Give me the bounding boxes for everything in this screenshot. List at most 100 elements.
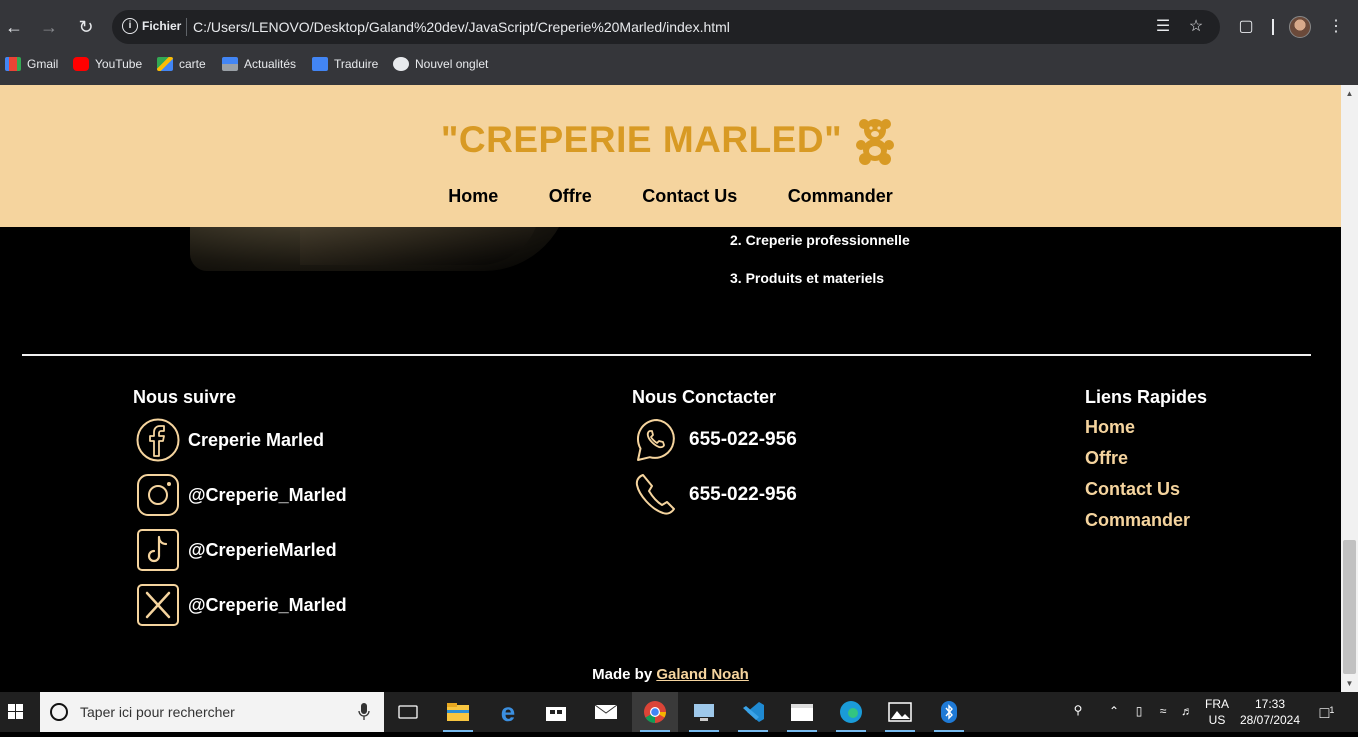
battery-icon[interactable]: ▯ <box>1129 703 1149 719</box>
profile-avatar[interactable] <box>1289 16 1311 38</box>
main-navigation: Home Offre Contact Us Commander <box>0 186 1341 207</box>
social-label: @Creperie_Marled <box>188 484 347 505</box>
bookmark-youtube[interactable]: YouTube <box>73 54 142 74</box>
footer-divider <box>22 354 1311 356</box>
facebook-icon <box>136 418 180 462</box>
bookmark-nouvel-onglet[interactable]: Nouvel onglet <box>393 54 488 74</box>
bookmark-gmail[interactable]: Gmail <box>5 54 58 74</box>
file-explorer-icon[interactable] <box>435 692 481 732</box>
task-view-icon[interactable] <box>385 692 431 732</box>
credits-author-link[interactable]: Galand Noah <box>656 666 749 683</box>
footer-link-offre[interactable]: Offre <box>1085 448 1128 469</box>
bookmark-star-icon[interactable]: ☆ <box>1185 16 1207 38</box>
social-x[interactable]: @Creperie_Marled <box>136 583 347 627</box>
social-label: Creperie Marled <box>188 429 325 450</box>
search-placeholder: Taper ici pour rechercher <box>80 704 235 720</box>
bookmark-carte[interactable]: carte <box>157 54 206 74</box>
translate-icon <box>312 57 328 71</box>
news-icon <box>222 57 238 71</box>
back-button[interactable]: ← <box>1 14 27 40</box>
reload-button[interactable]: ↻ <box>73 14 99 40</box>
notifications-icon[interactable]: □1 <box>1314 702 1340 722</box>
edge-icon[interactable] <box>828 692 874 732</box>
video-editor-icon[interactable] <box>779 692 825 732</box>
site-info-icon[interactable]: i <box>122 18 138 34</box>
toolbar-separator <box>1272 19 1274 35</box>
site-brand: "CREPERIE MARLED" <box>0 115 1341 165</box>
clock-date: 28/07/2024 <box>1239 713 1301 727</box>
language-indicator[interactable]: FRA US <box>1202 696 1232 728</box>
nav-link-contact-us[interactable]: Contact Us <box>642 186 737 207</box>
scroll-down-arrow-icon[interactable]: ▼ <box>1341 675 1358 692</box>
phone-icon <box>635 474 675 515</box>
site-header: "CREPERIE MARLED" Home Offre Contact Us … <box>0 85 1341 227</box>
start-button[interactable] <box>0 692 32 732</box>
offer-list-item: 2. Creperie professionnelle <box>730 232 910 248</box>
clock[interactable]: 17:33 28/07/2024 <box>1238 696 1302 728</box>
remote-desktop-icon[interactable] <box>681 692 727 732</box>
address-separator <box>186 18 187 36</box>
store-icon[interactable] <box>533 692 579 732</box>
bookmark-label: carte <box>179 57 206 71</box>
bookmarks-bar: Gmail YouTube carte Actualités Traduire … <box>0 52 900 76</box>
whatsapp-icon <box>636 418 675 461</box>
extensions-icon[interactable]: ▢ <box>1235 16 1257 38</box>
teddy-bear-icon <box>856 119 895 165</box>
forward-button[interactable]: → <box>36 14 62 40</box>
clock-time: 17:33 <box>1254 697 1286 711</box>
edge-legacy-icon[interactable]: e <box>485 692 531 732</box>
x-icon <box>137 584 179 626</box>
page-scrollbar[interactable]: ▲ ▼ <box>1341 85 1358 692</box>
bookmark-label: Nouvel onglet <box>415 57 489 71</box>
scrollbar-thumb[interactable] <box>1343 540 1356 674</box>
microphone-icon[interactable] <box>358 703 370 721</box>
nav-link-commander[interactable]: Commander <box>788 186 893 207</box>
url-text[interactable]: C:/Users/LENOVO/Desktop/Galand%20dev/Jav… <box>193 19 730 35</box>
keyboard-layout: US <box>1208 713 1226 727</box>
bluetooth-icon[interactable] <box>926 692 972 732</box>
chevron-up-icon[interactable]: ⌃ <box>1105 703 1123 719</box>
nav-link-offre[interactable]: Offre <box>549 186 592 207</box>
bookmark-label: YouTube <box>95 57 143 71</box>
social-instagram[interactable]: @Creperie_Marled <box>136 473 347 517</box>
translate-icon[interactable]: ☰ <box>1152 16 1174 38</box>
scroll-up-arrow-icon[interactable]: ▲ <box>1341 85 1358 102</box>
address-bar[interactable]: i Fichier C:/Users/LENOVO/Desktop/Galand… <box>112 10 1220 44</box>
instagram-icon <box>137 474 179 516</box>
people-icon[interactable]: ⚲ <box>1068 702 1088 718</box>
footer-link-home[interactable]: Home <box>1085 417 1135 438</box>
chrome-icon[interactable] <box>632 692 678 732</box>
url-scheme-label: Fichier <box>142 19 182 33</box>
bookmark-label: Actualités <box>244 57 297 71</box>
web-page: 2. Creperie professionnelle 3. Produits … <box>0 85 1341 692</box>
contact-phone[interactable]: 655-022-956 <box>633 471 797 519</box>
globe-icon <box>393 57 409 71</box>
search-icon <box>50 703 68 721</box>
bookmark-label: Traduire <box>334 57 379 71</box>
menu-kebab-icon[interactable]: ⋮ <box>1325 16 1347 38</box>
wifi-icon[interactable]: ≈ <box>1153 703 1173 719</box>
bookmark-actualites[interactable]: Actualités <box>222 54 296 74</box>
social-label: @Creperie_Marled <box>188 594 347 615</box>
language-code: FRA <box>1205 697 1229 711</box>
notification-count: 1 <box>1329 705 1335 715</box>
nav-link-home[interactable]: Home <box>448 186 498 207</box>
social-facebook[interactable]: Creperie Marled <box>136 418 324 462</box>
quick-links-title: Liens Rapides <box>1085 387 1208 407</box>
gmail-icon <box>5 57 21 71</box>
windows-taskbar: Taper ici pour rechercher e ⚲ ⌃ ▯ ≈ ♬ FR… <box>0 692 1358 732</box>
photos-icon[interactable] <box>877 692 923 732</box>
contact-whatsapp[interactable]: 655-022-956 <box>633 416 797 464</box>
mail-icon[interactable] <box>583 692 629 732</box>
bookmark-traduire[interactable]: Traduire <box>312 54 378 74</box>
footer-link-contact-us[interactable]: Contact Us <box>1085 479 1180 500</box>
vscode-icon[interactable] <box>730 692 776 732</box>
browser-chrome: ← → ↻ i Fichier C:/Users/LENOVO/Desktop/… <box>0 0 1358 85</box>
social-tiktok[interactable]: @CreperieMarled <box>136 528 337 572</box>
brand-title: "CREPERIE MARLED" <box>440 119 843 160</box>
volume-icon[interactable]: ♬ <box>1177 703 1197 719</box>
tiktok-icon <box>137 529 179 571</box>
taskbar-search[interactable]: Taper ici pour rechercher <box>40 692 384 732</box>
credits-prefix: Made by <box>592 666 653 683</box>
footer-link-commander[interactable]: Commander <box>1085 510 1190 531</box>
